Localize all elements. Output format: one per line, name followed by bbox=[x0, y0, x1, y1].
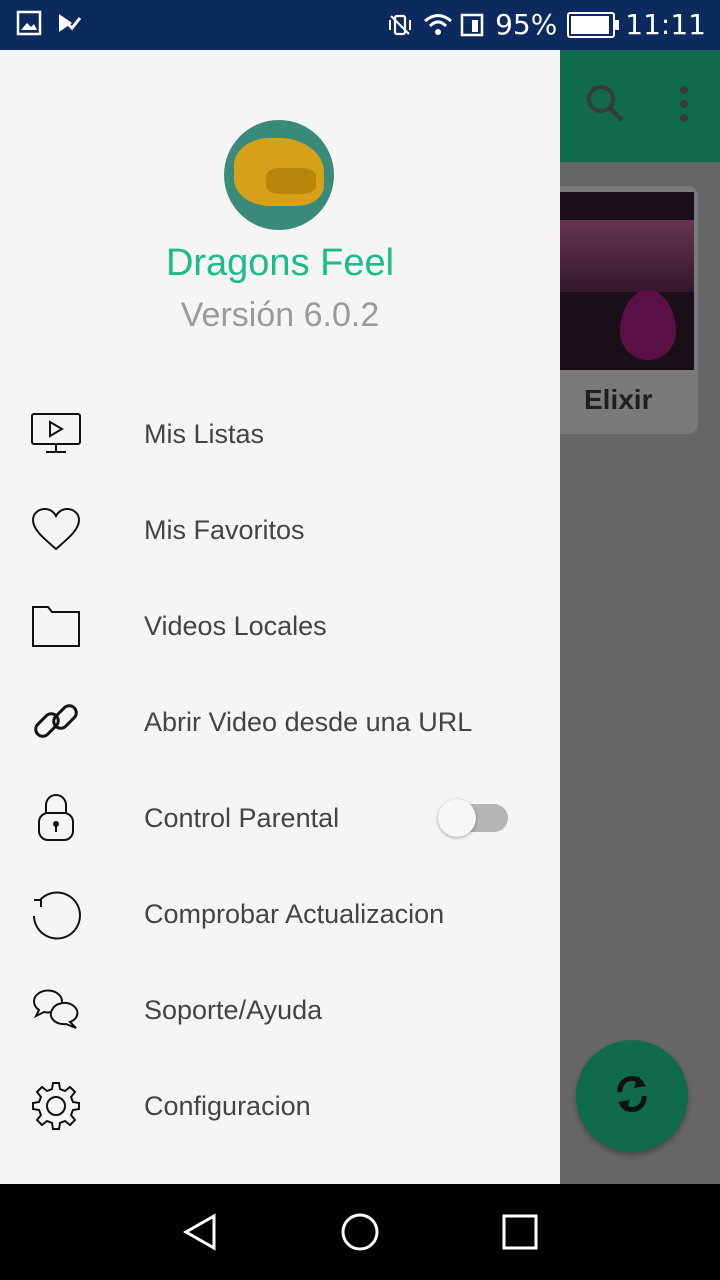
menu-item-label: Soporte/Ayuda bbox=[144, 994, 323, 1025]
sim-icon bbox=[459, 12, 485, 38]
tv-play-icon bbox=[28, 406, 84, 462]
vibrate-icon bbox=[387, 12, 413, 38]
menu-item-label: Control Parental bbox=[144, 802, 340, 833]
battery-fill bbox=[571, 15, 610, 34]
logo-dragon-head bbox=[266, 168, 316, 194]
status-bar: 95% 11:11 bbox=[0, 0, 720, 50]
app-logo bbox=[224, 120, 334, 230]
channel-card-image bbox=[560, 192, 694, 370]
navigation-drawer: Dragons Feel Versión 6.0.2 Mis Listas Mi… bbox=[0, 50, 560, 1184]
image-icon bbox=[16, 10, 42, 36]
home-icon[interactable] bbox=[340, 1212, 380, 1252]
check-icon bbox=[56, 10, 82, 36]
battery-icon bbox=[567, 11, 620, 38]
link-icon bbox=[28, 694, 84, 750]
menu-item-control-parental[interactable]: Control Parental bbox=[0, 770, 560, 866]
menu-item-label: Comprobar Actualizacion bbox=[144, 898, 445, 929]
menu-item-videos-locales[interactable]: Videos Locales bbox=[0, 578, 560, 674]
menu-item-soporte-ayuda[interactable]: Soporte/Ayuda bbox=[0, 962, 560, 1058]
menu-item-abrir-url[interactable]: Abrir Video desde una URL bbox=[0, 674, 560, 770]
parental-control-toggle[interactable] bbox=[438, 799, 508, 837]
refresh-fab[interactable] bbox=[576, 1040, 688, 1152]
menu-item-mis-listas[interactable]: Mis Listas bbox=[0, 386, 560, 482]
system-nav-bar bbox=[0, 1184, 720, 1280]
channel-card-title: Elixir bbox=[584, 384, 653, 415]
menu-item-label: Abrir Video desde una URL bbox=[144, 706, 473, 737]
sync-icon bbox=[612, 1072, 652, 1121]
menu-item-configuracion[interactable]: Configuracion bbox=[0, 1058, 560, 1154]
clock: 11:11 bbox=[625, 8, 706, 41]
recents-icon[interactable] bbox=[500, 1212, 540, 1252]
battery-percent: 95% bbox=[495, 8, 558, 41]
menu-item-label: Videos Locales bbox=[144, 610, 327, 641]
menu-item-comprobar-actualizacion[interactable]: Comprobar Actualizacion bbox=[0, 866, 560, 962]
card-art-drop bbox=[620, 290, 676, 360]
wifi-icon bbox=[423, 12, 453, 38]
back-icon[interactable] bbox=[180, 1212, 220, 1252]
heart-icon bbox=[28, 502, 84, 558]
search-icon[interactable] bbox=[584, 82, 628, 131]
lock-icon bbox=[28, 790, 84, 846]
menu-item-label: Mis Favoritos bbox=[144, 514, 305, 545]
gear-icon bbox=[28, 1078, 84, 1134]
menu-item-mis-favoritos[interactable]: Mis Favoritos bbox=[0, 482, 560, 578]
folder-icon bbox=[28, 598, 84, 654]
menu-item-label: Configuracion bbox=[144, 1090, 311, 1121]
more-vert-icon[interactable] bbox=[678, 82, 690, 131]
toggle-knob bbox=[438, 799, 476, 837]
app-version: Versión 6.0.2 bbox=[180, 296, 380, 334]
chat-icon bbox=[28, 982, 84, 1038]
menu-item-label: Mis Listas bbox=[144, 418, 265, 449]
card-art-glow bbox=[560, 220, 694, 292]
refresh-circle-icon bbox=[28, 886, 84, 942]
app-name: Dragons Feel bbox=[165, 242, 395, 284]
